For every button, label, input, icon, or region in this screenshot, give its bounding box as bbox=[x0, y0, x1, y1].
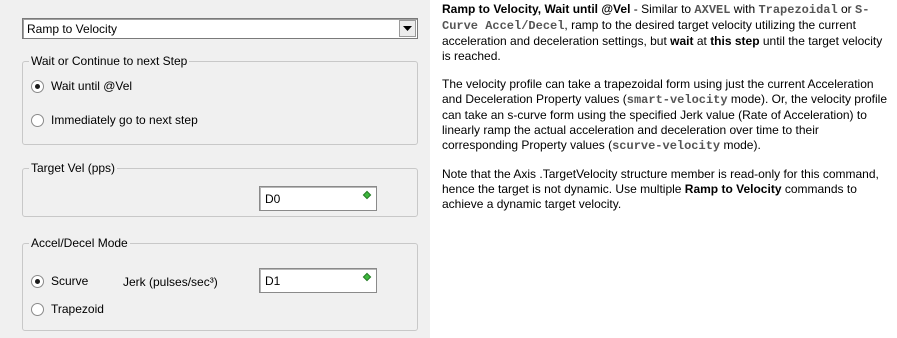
code-scurve-velocity: scurve-velocity bbox=[612, 139, 721, 153]
help-text: - Similar to bbox=[630, 2, 695, 16]
target-vel-value: D0 bbox=[265, 192, 281, 206]
code-smart-velocity: smart-velocity bbox=[626, 93, 728, 107]
wait-group-title: Wait or Continue to next Step bbox=[29, 54, 190, 68]
radio-next-step[interactable]: Immediately go to next step bbox=[31, 113, 198, 127]
help-panel: Ramp to Velocity, Wait until @Vel - Simi… bbox=[442, 2, 894, 225]
help-paragraph-2: The velocity profile can take a trapezoi… bbox=[442, 77, 894, 154]
mode-dropdown-value: Ramp to Velocity bbox=[27, 22, 118, 36]
help-title: Ramp to Velocity, Wait until @Vel bbox=[442, 2, 631, 16]
target-vel-title: Target Vel (pps) bbox=[29, 161, 118, 175]
help-text: at bbox=[693, 34, 711, 48]
radio-button[interactable] bbox=[31, 302, 44, 316]
dropdown-button[interactable] bbox=[399, 20, 416, 37]
jerk-value: D1 bbox=[265, 274, 281, 288]
valid-indicator-icon bbox=[362, 190, 372, 200]
target-vel-group: Target Vel (pps) D0 bbox=[22, 161, 418, 217]
target-vel-input[interactable]: D0 bbox=[259, 186, 377, 211]
help-paragraph-1: Ramp to Velocity, Wait until @Vel - Simi… bbox=[442, 2, 894, 64]
valid-indicator-icon bbox=[362, 272, 372, 282]
radio-label: Scurve bbox=[51, 274, 89, 288]
code-trapezoidal: Trapezoidal bbox=[758, 3, 838, 17]
radio-label: Immediately go to next step bbox=[51, 113, 198, 127]
radio-button[interactable] bbox=[31, 79, 44, 93]
mode-dropdown[interactable]: Ramp to Velocity bbox=[22, 18, 418, 39]
help-bold: wait bbox=[670, 34, 694, 48]
help-bold: this step bbox=[710, 34, 760, 48]
accel-decel-group: Accel/Decel Mode Scurve Jerk (pulses/sec… bbox=[22, 236, 418, 331]
settings-panel: Ramp to Velocity Wait or Continue to nex… bbox=[0, 0, 430, 338]
jerk-label: Jerk (pulses/sec³) bbox=[123, 275, 218, 289]
help-text: with bbox=[730, 2, 759, 16]
jerk-input[interactable]: D1 bbox=[259, 268, 377, 293]
wait-group: Wait or Continue to next Step Wait until… bbox=[22, 54, 418, 145]
radio-label: Wait until @Vel bbox=[51, 79, 133, 93]
help-text: mode). bbox=[720, 138, 761, 152]
radio-wait-until-vel[interactable]: Wait until @Vel bbox=[31, 79, 132, 93]
radio-button[interactable] bbox=[31, 274, 44, 288]
radio-scurve[interactable]: Scurve bbox=[31, 274, 88, 288]
accel-decel-title: Accel/Decel Mode bbox=[29, 236, 130, 250]
help-paragraph-3: Note that the Axis .TargetVelocity struc… bbox=[442, 167, 894, 212]
chevron-down-icon bbox=[403, 25, 412, 31]
code-axvel: AXVEL bbox=[694, 3, 731, 17]
radio-button[interactable] bbox=[31, 113, 44, 127]
radio-label: Trapezoid bbox=[51, 302, 104, 316]
help-text: or bbox=[837, 2, 856, 16]
help-bold: Ramp to Velocity bbox=[684, 182, 782, 196]
radio-trapezoid[interactable]: Trapezoid bbox=[31, 302, 104, 316]
